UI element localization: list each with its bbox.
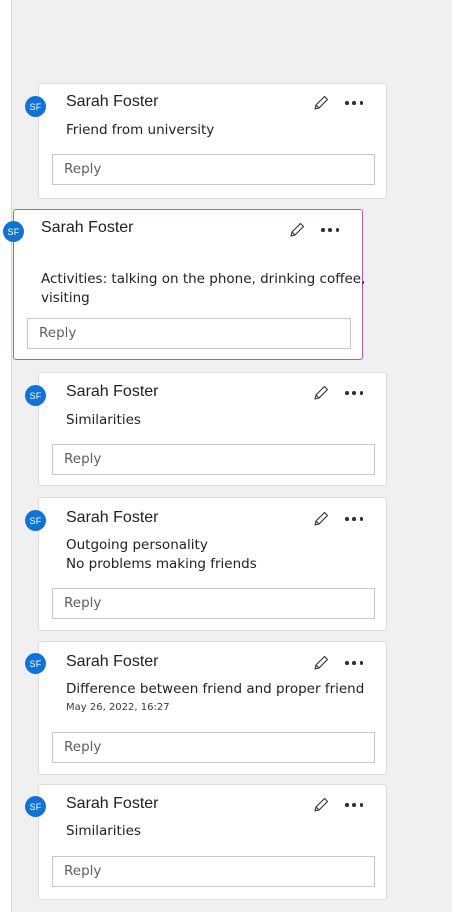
comment-card[interactable]: SF Sarah Foster Similarities Reply xyxy=(25,372,387,486)
ellipsis-icon[interactable] xyxy=(345,390,363,396)
avatar: SF xyxy=(25,796,46,817)
pencil-icon[interactable] xyxy=(312,384,330,402)
comment-text: Similarities xyxy=(66,412,141,428)
comment-card[interactable]: SF Sarah Foster Outgoing personality No … xyxy=(25,497,387,631)
comment-card[interactable]: SF Sarah Foster Friend from university R… xyxy=(25,83,387,199)
avatar: SF xyxy=(25,653,46,674)
pencil-icon[interactable] xyxy=(312,654,330,672)
ellipsis-icon[interactable] xyxy=(321,227,339,233)
pencil-icon[interactable] xyxy=(288,221,306,239)
ellipsis-icon[interactable] xyxy=(345,100,363,106)
ellipsis-icon[interactable] xyxy=(345,802,363,808)
comment-text: No problems making friends xyxy=(66,556,257,572)
pencil-icon[interactable] xyxy=(312,796,330,814)
ellipsis-icon[interactable] xyxy=(345,516,363,522)
comment-card[interactable]: SF Sarah Foster Difference between frien… xyxy=(25,641,387,775)
avatar: SF xyxy=(25,96,46,117)
avatar: SF xyxy=(25,510,46,531)
reply-field[interactable]: Reply xyxy=(52,732,375,763)
comment-author: Sarah Foster xyxy=(66,93,159,110)
comment-text: Outgoing personality xyxy=(66,537,208,553)
reply-field[interactable]: Reply xyxy=(52,856,375,887)
comment-text: Friend from university xyxy=(66,122,215,138)
ellipsis-icon[interactable] xyxy=(345,660,363,666)
avatar: SF xyxy=(3,221,24,242)
comment-author: Sarah Foster xyxy=(66,383,159,400)
pencil-icon[interactable] xyxy=(312,510,330,528)
comment-author: Sarah Foster xyxy=(66,653,159,670)
reply-field[interactable]: Reply xyxy=(27,318,351,349)
reply-field[interactable]: Reply xyxy=(52,444,375,475)
comment-card[interactable]: SF Sarah Foster Similarities Reply xyxy=(25,784,387,900)
avatar: SF xyxy=(25,385,46,406)
comment-card-active[interactable]: SF Sarah Foster Activities: talking on t… xyxy=(3,209,366,360)
comment-text: Activities: talking on the phone, drinki… xyxy=(41,271,366,287)
pencil-icon[interactable] xyxy=(312,94,330,112)
comment-timestamp: May 26, 2022, 16:27 xyxy=(66,702,170,713)
comment-author: Sarah Foster xyxy=(41,219,134,236)
reply-field[interactable]: Reply xyxy=(52,588,375,619)
comment-author: Sarah Foster xyxy=(66,795,159,812)
reply-field[interactable]: Reply xyxy=(52,154,375,185)
comment-text: Similarities xyxy=(66,823,141,839)
comment-author: Sarah Foster xyxy=(66,509,159,526)
comment-text: Difference between friend and proper fri… xyxy=(66,681,365,697)
comment-text: visiting xyxy=(41,290,90,306)
